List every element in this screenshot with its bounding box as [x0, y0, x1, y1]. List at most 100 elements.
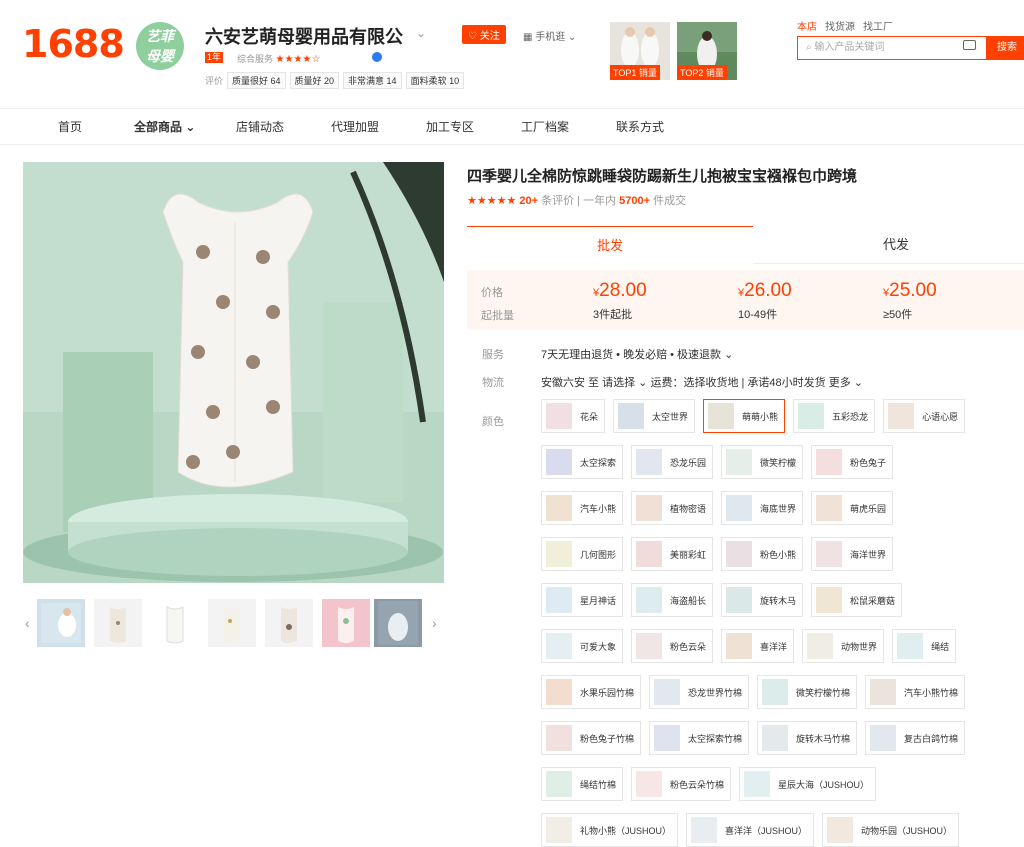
top1-product-image[interactable]: TOP1 销量	[610, 22, 670, 80]
color-option[interactable]: 喜洋洋	[721, 629, 795, 663]
color-option[interactable]: 植物密语	[631, 491, 714, 525]
color-option[interactable]: 旋转木马竹棉	[757, 721, 858, 755]
nav-shop-news[interactable]: 店铺动态	[236, 118, 284, 135]
tab-wholesale[interactable]: 批发	[467, 226, 753, 264]
color-option[interactable]: 动物世界	[802, 629, 885, 663]
color-option[interactable]: 星辰大海（JUSHOU）	[739, 767, 877, 801]
color-option[interactable]: 粉色兔子	[811, 445, 894, 479]
logistics-row-text[interactable]: 安徽六安 至 请选择 ⌄ 运费：选择收货地 | 承诺48小时发货 更多 ⌄	[541, 374, 863, 390]
thumbnail-1[interactable]	[37, 599, 85, 647]
mobile-shop-link[interactable]: ▦ 手机逛 ⌄	[523, 28, 576, 43]
top2-label: TOP2 销量	[677, 65, 727, 80]
color-option[interactable]: 太空探索竹棉	[649, 721, 750, 755]
thumbnail-4[interactable]	[208, 599, 256, 647]
thumbnail-7[interactable]	[374, 599, 422, 647]
color-option[interactable]: 旋转木马	[721, 583, 804, 617]
color-option[interactable]: 星月神话	[541, 583, 624, 617]
main-product-image[interactable]	[23, 162, 444, 583]
chevron-left-icon[interactable]: ‹	[25, 615, 30, 631]
metric-tag[interactable]: 质量好 20	[289, 72, 340, 89]
nav-contact[interactable]: 联系方式	[616, 118, 664, 135]
color-option[interactable]: 五彩恐龙	[793, 399, 876, 433]
thumbnail-5[interactable]	[265, 599, 313, 647]
color-option[interactable]: 海洋世界	[811, 537, 894, 571]
shop-name[interactable]: 六安艺萌母婴用品有限公	[205, 23, 403, 49]
color-option-label: 太空探索竹棉	[688, 733, 743, 744]
color-swatch-icon	[546, 817, 572, 843]
search-tab-factory[interactable]: 找工厂	[863, 18, 893, 33]
color-option-label: 星辰大海（JUSHOU）	[778, 779, 870, 790]
thumbnail-6[interactable]	[322, 599, 370, 647]
color-option[interactable]: 绳结	[892, 629, 957, 663]
color-swatch-icon	[726, 541, 753, 567]
tier-qty: ≥50件	[883, 309, 913, 321]
nav-agency[interactable]: 代理加盟	[331, 118, 379, 135]
chevron-right-icon[interactable]: ›	[432, 615, 437, 631]
color-option[interactable]: 松鼠采蘑菇	[811, 583, 903, 617]
price-tier-2: ¥26.00 10-49件	[738, 280, 792, 322]
color-option[interactable]: 海盗船长	[631, 583, 714, 617]
color-option[interactable]: 心语心愿	[883, 399, 966, 433]
nav-home[interactable]: 首页	[58, 118, 82, 135]
top2-product-image[interactable]: TOP2 销量	[677, 22, 737, 80]
color-swatch-icon	[654, 679, 681, 705]
color-option-label: 微笑柠檬竹棉	[796, 687, 851, 698]
nav-processing[interactable]: 加工专区	[426, 118, 474, 135]
review-count[interactable]: 20+	[519, 195, 538, 207]
color-option[interactable]: 礼物小熊（JUSHOU）	[541, 813, 679, 847]
color-option-label: 旋转木马	[760, 595, 797, 606]
color-option[interactable]: 水果乐园竹棉	[541, 675, 642, 709]
year-badge: 1年	[205, 52, 224, 63]
color-option[interactable]: 复古白鸽竹棉	[865, 721, 966, 755]
color-option[interactable]: 粉色兔子竹棉	[541, 721, 642, 755]
metric-tag[interactable]: 面料柔软 10	[405, 72, 465, 89]
color-option[interactable]: 花朵	[541, 399, 606, 433]
color-option[interactable]: 粉色云朵	[631, 629, 714, 663]
service-row-text[interactable]: 7天无理由退货 • 晚发必赔 • 极速退款 ⌄	[541, 346, 733, 362]
site-logo[interactable]: 1688	[22, 22, 125, 66]
shop-chevron-down-icon[interactable]: ⌄	[416, 26, 426, 40]
color-option[interactable]: 恐龙乐园	[631, 445, 714, 479]
color-option[interactable]: 几何图形	[541, 537, 624, 571]
camera-icon[interactable]	[963, 40, 976, 50]
color-option-label: 粉色小熊	[760, 549, 797, 560]
color-option[interactable]: 粉色小熊	[721, 537, 804, 571]
color-option[interactable]: 海底世界	[721, 491, 804, 525]
color-option[interactable]: 微笑柠檬竹棉	[757, 675, 858, 709]
color-option[interactable]: 美丽彩虹	[631, 537, 714, 571]
color-swatch-icon	[546, 679, 572, 705]
review-metrics: 评价 质量很好 64 质量好 20 非常满意 14 面料柔软 10	[205, 72, 465, 89]
search-tab-source[interactable]: 找货源	[825, 18, 855, 33]
color-option[interactable]: 可爱大象	[541, 629, 624, 663]
search-tab-shop[interactable]: 本店	[797, 18, 817, 33]
follow-button[interactable]: ♡ 关注	[462, 25, 506, 44]
search-button[interactable]: 搜索	[987, 36, 1024, 60]
metric-tag[interactable]: 质量很好 64	[227, 72, 286, 89]
color-option[interactable]: 萌虎乐园	[811, 491, 894, 525]
nav-factory-archive[interactable]: 工厂档案	[521, 118, 569, 135]
color-option[interactable]: 粉色云朵竹棉	[631, 767, 732, 801]
color-swatch-icon	[816, 587, 843, 613]
color-option[interactable]: 太空世界	[613, 399, 696, 433]
metric-tag[interactable]: 非常满意 14	[343, 72, 402, 89]
nav-all-products[interactable]: 全部商品 ⌄	[134, 118, 195, 135]
thumbnail-3[interactable]	[151, 599, 199, 647]
color-option[interactable]: 恐龙世界竹棉	[649, 675, 750, 709]
color-option[interactable]: 动物乐园（JUSHOU）	[822, 813, 960, 847]
color-option[interactable]: 太空探索	[541, 445, 624, 479]
search-scope-tabs: 本店 找货源 找工厂	[797, 18, 893, 33]
color-option[interactable]: 绳结竹棉	[541, 767, 624, 801]
color-option[interactable]: 微笑柠檬	[721, 445, 804, 479]
color-swatch-icon	[708, 403, 735, 429]
color-option[interactable]: 汽车小熊	[541, 491, 624, 525]
color-swatch-icon	[816, 495, 843, 521]
color-option[interactable]: 喜洋洋（JUSHOU）	[686, 813, 815, 847]
tier-price: 28.00	[599, 280, 647, 301]
thumbnail-2[interactable]	[94, 599, 142, 647]
color-option[interactable]: 萌萌小熊	[703, 399, 786, 433]
shop-avatar[interactable]: 艺菲 母婴	[136, 22, 184, 70]
search-input[interactable]: ⌕ 输入产品关键词	[797, 36, 987, 60]
color-option[interactable]: 汽车小熊竹棉	[865, 675, 966, 709]
price-tier-3: ¥25.00 ≥50件	[883, 280, 937, 322]
tab-dropship[interactable]: 代发	[753, 226, 1024, 264]
